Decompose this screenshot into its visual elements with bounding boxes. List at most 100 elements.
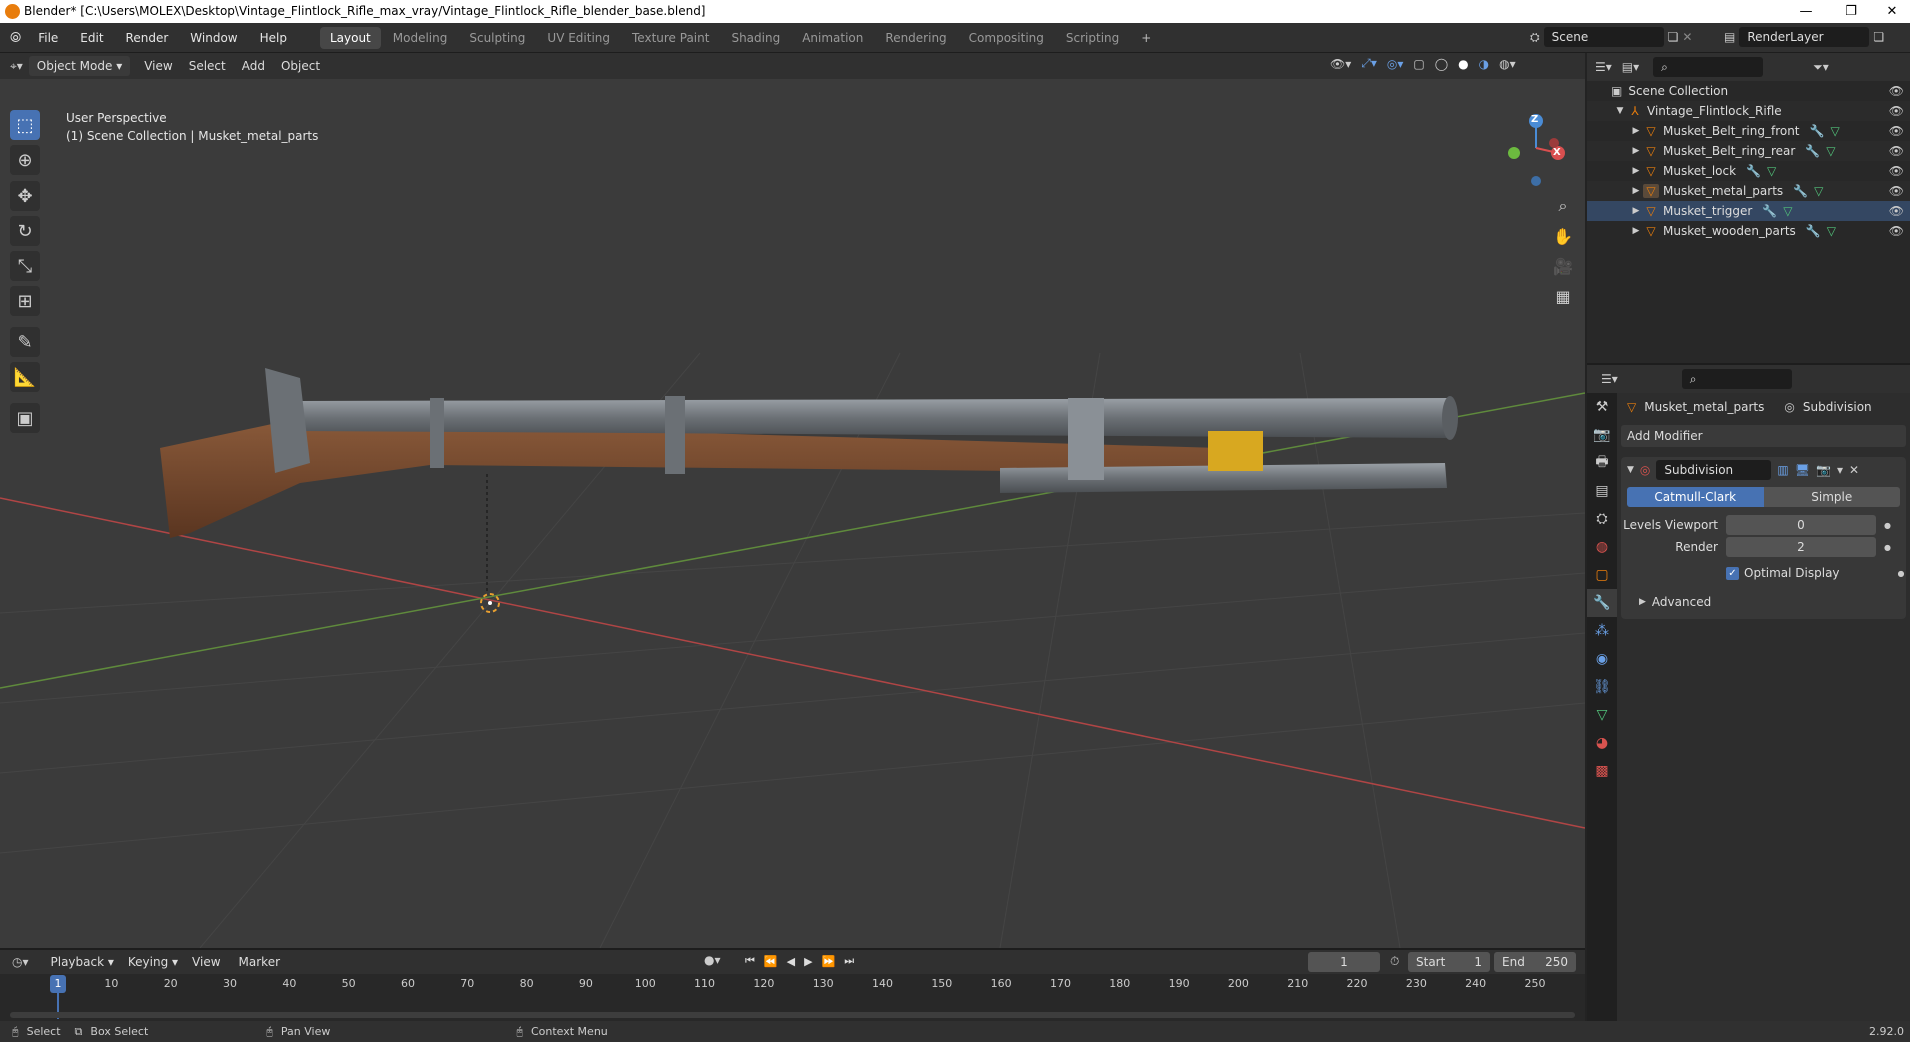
- scene-tab-icon[interactable]: ⛭: [1587, 505, 1617, 533]
- viewport-menu-select[interactable]: Select: [189, 59, 226, 73]
- constraints-tab-icon[interactable]: ⛓: [1587, 673, 1617, 701]
- tool-tab-icon[interactable]: ⚒: [1587, 393, 1617, 421]
- keyframe-dot-icon[interactable]: ●: [1884, 521, 1891, 530]
- expand-triangle-icon[interactable]: ▶: [1629, 126, 1643, 136]
- xray-icon[interactable]: ▢: [1413, 57, 1424, 71]
- rendered-shading-icon[interactable]: ◍▾: [1499, 57, 1516, 71]
- edit-mode-toggle-icon[interactable]: ▥: [1777, 463, 1788, 477]
- menu-edit[interactable]: Edit: [80, 31, 103, 45]
- eye-icon[interactable]: 👁: [1889, 84, 1904, 98]
- viewport-menu-add[interactable]: Add: [242, 59, 265, 73]
- add-modifier-dropdown[interactable]: Add Modifier: [1621, 425, 1906, 447]
- mesh-data-icon[interactable]: ▽: [1767, 164, 1776, 178]
- eye-icon[interactable]: 👁: [1889, 104, 1904, 118]
- world-tab-icon[interactable]: ◍: [1587, 533, 1617, 561]
- measure-tool-icon[interactable]: 📐: [10, 362, 40, 392]
- mesh-data-icon[interactable]: ▽: [1783, 204, 1792, 218]
- texture-tab-icon[interactable]: ▩: [1587, 757, 1617, 785]
- viewport-toggle-icon[interactable]: 🖥: [1795, 463, 1810, 477]
- render-tab-icon[interactable]: 📷: [1587, 421, 1617, 449]
- menu-file[interactable]: File: [38, 31, 58, 45]
- ortho-grid-icon[interactable]: ▦: [1550, 283, 1576, 309]
- transform-tool-icon[interactable]: ⊞: [10, 286, 40, 316]
- solid-shading-icon[interactable]: ●: [1458, 57, 1468, 71]
- menu-window[interactable]: Window: [190, 31, 237, 45]
- advanced-subpanel[interactable]: ▶ Advanced: [1621, 593, 1906, 611]
- expand-triangle-icon[interactable]: ▶: [1629, 206, 1643, 216]
- expand-triangle-icon[interactable]: ▶: [1639, 597, 1646, 607]
- modifier-tab-icon[interactable]: 🔧: [1587, 589, 1617, 617]
- eye-icon[interactable]: 👁: [1889, 184, 1904, 198]
- tab-layout[interactable]: Layout: [319, 26, 381, 49]
- render-levels-field[interactable]: 2: [1726, 537, 1876, 557]
- tab-texture-paint[interactable]: Texture Paint: [622, 27, 719, 49]
- modifier-wrench-icon[interactable]: 🔧: [1762, 204, 1777, 218]
- tab-shading[interactable]: Shading: [721, 27, 790, 49]
- scale-tool-icon[interactable]: ⤡: [10, 251, 40, 281]
- gizmo-toggle-icon[interactable]: ⤢▾: [1361, 56, 1377, 71]
- levels-viewport-field[interactable]: 0: [1726, 515, 1876, 535]
- viewport-menu-view[interactable]: View: [144, 59, 172, 73]
- 3d-viewport[interactable]: Z X ⌖▾ Object Mode ▾ View Select Add Obj…: [0, 53, 1585, 948]
- eye-icon[interactable]: 👁: [1889, 144, 1904, 158]
- properties-type-icon[interactable]: ☰▾: [1601, 372, 1618, 386]
- remove-modifier-icon[interactable]: ✕: [1849, 463, 1859, 477]
- menu-render[interactable]: Render: [126, 31, 169, 45]
- eye-icon[interactable]: 👁: [1889, 164, 1904, 178]
- material-tab-icon[interactable]: ◕: [1587, 729, 1617, 757]
- collapse-triangle-icon[interactable]: ▼: [1627, 465, 1634, 475]
- mesh-data-icon[interactable]: ▽: [1827, 224, 1836, 238]
- simple-button[interactable]: Simple: [1763, 487, 1900, 507]
- scene-field[interactable]: Scene: [1543, 27, 1664, 47]
- remove-scene-icon[interactable]: ✕: [1682, 30, 1692, 44]
- filter-icon[interactable]: ⏷▾: [1813, 60, 1829, 75]
- menu-help[interactable]: Help: [260, 31, 287, 45]
- viewport-menu-object[interactable]: Object: [281, 59, 320, 73]
- outliner-type-icon[interactable]: ☰▾: [1595, 60, 1612, 74]
- blender-menu-icon[interactable]: ⦾: [10, 30, 21, 46]
- tab-rendering[interactable]: Rendering: [875, 27, 956, 49]
- physics-tab-icon[interactable]: ◉: [1587, 645, 1617, 673]
- eye-icon[interactable]: 👁: [1889, 224, 1904, 238]
- cursor-tool-icon[interactable]: ⊕: [10, 145, 40, 175]
- select-box-tool-icon[interactable]: ⬚: [10, 110, 40, 140]
- minimize-button[interactable]: —: [1786, 0, 1826, 23]
- outliner-search-input[interactable]: ⌕: [1653, 57, 1764, 77]
- outliner-scene-collection[interactable]: ▣ Scene Collection 👁: [1587, 81, 1910, 101]
- mesh-data-icon[interactable]: ▽: [1826, 144, 1835, 158]
- expand-triangle-icon[interactable]: ▶: [1629, 226, 1643, 236]
- data-tab-icon[interactable]: ▽: [1587, 701, 1617, 729]
- tab-animation[interactable]: Animation: [792, 27, 873, 49]
- zoom-icon[interactable]: ⌕: [1550, 193, 1576, 219]
- eye-icon[interactable]: 👁: [1889, 124, 1904, 138]
- catmull-clark-button[interactable]: Catmull-Clark: [1627, 487, 1764, 507]
- modifier-wrench-icon[interactable]: 🔧: [1746, 164, 1761, 178]
- tab-modeling[interactable]: Modeling: [383, 27, 458, 49]
- modifier-wrench-icon[interactable]: 🔧: [1810, 124, 1825, 138]
- tab-sculpting[interactable]: Sculpting: [459, 27, 535, 49]
- modifier-wrench-icon[interactable]: 🔧: [1806, 224, 1821, 238]
- pan-hand-icon[interactable]: ✋: [1550, 223, 1576, 249]
- optimal-display-checkbox[interactable]: ✓: [1726, 566, 1739, 580]
- add-workspace-icon[interactable]: +: [1131, 27, 1161, 49]
- particles-tab-icon[interactable]: ⁂: [1587, 617, 1617, 645]
- expand-triangle-icon[interactable]: ▶: [1629, 166, 1643, 176]
- object-tab-icon[interactable]: ▢: [1587, 561, 1617, 589]
- properties-search-input[interactable]: ⌕: [1681, 369, 1792, 389]
- new-scene-icon[interactable]: ❏: [1668, 30, 1679, 44]
- keyframe-dot-icon[interactable]: ●: [1884, 543, 1891, 552]
- timeline-scrollbar[interactable]: [10, 1012, 1575, 1018]
- render-toggle-icon[interactable]: 📷: [1816, 463, 1831, 477]
- overlay-toggle-icon[interactable]: ◎▾: [1387, 57, 1404, 71]
- camera-view-icon[interactable]: 🎥: [1550, 253, 1576, 279]
- new-layer-icon[interactable]: ❏: [1873, 30, 1884, 44]
- view-layer-tab-icon[interactable]: ▤: [1587, 477, 1617, 505]
- outliner-object-row[interactable]: ▶ ▽ Musket_metal_parts 🔧 ▽ 👁: [1587, 181, 1910, 201]
- expand-triangle-icon[interactable]: ▼: [1613, 106, 1627, 116]
- modifier-menu-chevron-icon[interactable]: ▾: [1837, 463, 1843, 477]
- add-cube-tool-icon[interactable]: ▣: [10, 403, 40, 433]
- mesh-data-icon[interactable]: ▽: [1814, 184, 1823, 198]
- outliner-collection-row[interactable]: ▼ ⅄ Vintage_Flintlock_Rifle 👁: [1587, 101, 1910, 121]
- modifier-name-field[interactable]: Subdivision: [1656, 460, 1772, 480]
- eye-icon[interactable]: 👁: [1889, 204, 1904, 218]
